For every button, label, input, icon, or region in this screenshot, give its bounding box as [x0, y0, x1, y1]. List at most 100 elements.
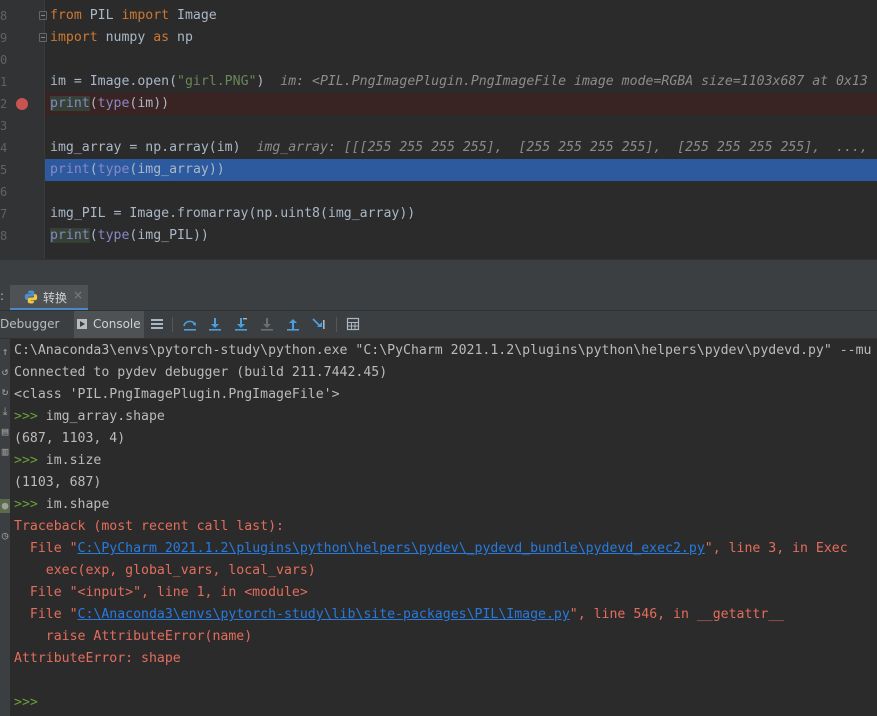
console-text: im.size: [45, 453, 102, 468]
console-text: raise AttributeError(name): [14, 629, 253, 644]
code-token: type: [97, 228, 130, 243]
code-line[interactable]: 6: [0, 181, 877, 203]
code-token: PIL: [81, 8, 122, 23]
code-line[interactable]: 8 print(type(img_PIL)): [0, 225, 877, 247]
code-text: from PIL import Image: [50, 5, 217, 27]
history-icon[interactable]: ◷: [0, 529, 10, 543]
run-to-cursor-icon[interactable]: [312, 317, 326, 331]
panel-splitter[interactable]: [0, 259, 877, 286]
code-token: type: [97, 162, 130, 177]
console-line: raise AttributeError(name): [14, 626, 252, 648]
file-path-link[interactable]: C:\Anaconda3\envs\pytorch-study\lib\site…: [78, 607, 570, 622]
console-line: Connected to pydev debugger (build 211.7…: [14, 362, 387, 384]
console-text: img_array.shape: [45, 409, 165, 424]
toolbar-separator: [172, 317, 173, 332]
breakpoint-icon[interactable]: [16, 98, 28, 110]
line-number: 4: [0, 141, 8, 155]
line-number: 1: [0, 75, 8, 89]
clear-all-icon[interactable]: ▥: [0, 445, 10, 459]
code-token: (: [89, 162, 98, 177]
print-icon[interactable]: ▤: [0, 425, 10, 439]
console-text: im.shape: [45, 497, 110, 512]
file-path-link[interactable]: C:\PyCharm 2021.1.2\plugins\python\helpe…: [78, 541, 705, 556]
close-icon[interactable]: ×: [73, 288, 83, 302]
console-text: (687, 1103, 4): [14, 431, 126, 446]
code-line[interactable]: 7 img_PIL = Image.fromarray(np.uint8(img_…: [0, 203, 877, 225]
fold-marker-icon[interactable]: [39, 11, 47, 20]
console-text: <class 'PIL.PngImagePlugin.PngImageFile'…: [14, 387, 340, 402]
code-token: from: [50, 8, 82, 23]
console-side-toolbar: ↑ ↺ ↻ ⤓ ▤ ▥ ● ◷: [0, 339, 10, 716]
inline-debug-value: img_array: [[[255 255 255 255], [255 255…: [256, 140, 868, 155]
code-token: Image: [169, 8, 217, 23]
code-token: ): [256, 74, 281, 89]
tab-console[interactable]: Console: [74, 311, 144, 338]
code-editor[interactable]: 8 from PIL import Image 9 import numpy as n…: [0, 0, 877, 259]
fold-marker-icon[interactable]: [39, 33, 47, 42]
code-token: img_array = np.array(im): [50, 140, 257, 155]
tab-debug-session[interactable]: 转换 ×: [10, 285, 88, 310]
python-console-icon[interactable]: ●: [0, 499, 10, 513]
code-token: numpy: [97, 30, 154, 45]
code-text: im = Image.open("girl.PNG") im: <PIL.Png…: [50, 71, 868, 93]
code-token: (im)): [129, 96, 170, 111]
console-line: >>> im.size: [14, 450, 101, 472]
python-icon: [24, 290, 38, 304]
console-text: AttributeError: shape: [14, 651, 181, 666]
code-line[interactable]: 3: [0, 115, 877, 137]
code-token: im = Image.open(: [50, 74, 178, 89]
code-token: (img_PIL)): [129, 228, 209, 243]
console-line: >>>: [14, 692, 38, 714]
console-text: File ": [14, 607, 78, 622]
debug-console[interactable]: ↑ ↺ ↻ ⤓ ▤ ▥ ● ◷ C:\Anaconda3\envs\pytorc…: [0, 339, 877, 716]
code-line[interactable]: 9 import numpy as np: [0, 27, 877, 49]
debug-toolbar: Debugger Console: [0, 311, 877, 339]
step-into-my-code-icon[interactable]: [234, 317, 248, 331]
console-line: (1103, 687): [14, 472, 101, 494]
line-number: 5: [0, 163, 8, 177]
console-text: (1103, 687): [14, 475, 102, 490]
step-into-icon[interactable]: [208, 317, 222, 331]
code-token: (img_array)): [129, 162, 225, 177]
line-number: 0: [0, 53, 8, 67]
list-icon[interactable]: [150, 317, 164, 331]
code-text: img_array = np.array(im) img_array: [[[2…: [50, 137, 868, 159]
line-number: 6: [0, 185, 8, 199]
tab-debugger[interactable]: Debugger: [0, 317, 59, 331]
code-token: (: [89, 228, 98, 243]
scroll-up-icon[interactable]: ↑: [0, 345, 10, 359]
code-line[interactable]: 0: [0, 49, 877, 71]
console-prompt: >>>: [14, 695, 38, 710]
code-line[interactable]: 1 im = Image.open("girl.PNG") im: <PIL.Pn…: [0, 71, 877, 93]
step-over-icon[interactable]: [183, 317, 197, 331]
step-out-icon[interactable]: [286, 317, 300, 331]
force-step-into-icon[interactable]: [260, 317, 274, 331]
code-token: np: [169, 30, 193, 45]
console-text: ", line 546, in __getattr__: [569, 607, 785, 622]
code-line[interactable]: 4 img_array = np.array(im) img_array: [[[…: [0, 137, 877, 159]
console-line: File "C:\PyCharm 2021.1.2\plugins\python…: [14, 538, 848, 560]
inline-debug-value: im: <PIL.PngImagePlugin.PngImageFile ima…: [280, 74, 868, 89]
code-token: import: [121, 8, 170, 23]
console-line: exec(exp, global_vars, local_vars): [14, 560, 316, 582]
soft-wrap-icon[interactable]: ↺: [0, 365, 10, 379]
code-text: print(type(im)): [50, 93, 169, 115]
code-token: img_PIL = Image.fromarray(np.uint8(img_a…: [50, 206, 416, 221]
code-line[interactable]: 5 print(type(img_array)): [0, 159, 877, 181]
scroll-to-end-icon[interactable]: ⤓: [0, 405, 10, 419]
console-line: (687, 1103, 4): [14, 428, 125, 450]
console-text: ", line 3, in Exec: [704, 541, 848, 556]
console-prompt: >>>: [14, 409, 46, 424]
line-number: 9: [0, 31, 8, 45]
code-line[interactable]: 2 print(type(im)): [0, 93, 877, 115]
code-token: type: [97, 96, 130, 111]
debug-tool-window-header: : 转换 ×: [0, 285, 877, 311]
console-text: exec(exp, global_vars, local_vars): [14, 563, 316, 578]
code-line[interactable]: 8 from PIL import Image: [0, 5, 877, 27]
console-line: File "<input>", line 1, in <module>: [14, 582, 308, 604]
evaluate-expression-icon[interactable]: [346, 317, 360, 331]
code-token: "girl.PNG": [177, 74, 257, 89]
line-number: 7: [0, 207, 8, 221]
console-line: >>> im.shape: [14, 494, 109, 516]
rerun-icon[interactable]: ↻: [0, 385, 10, 399]
